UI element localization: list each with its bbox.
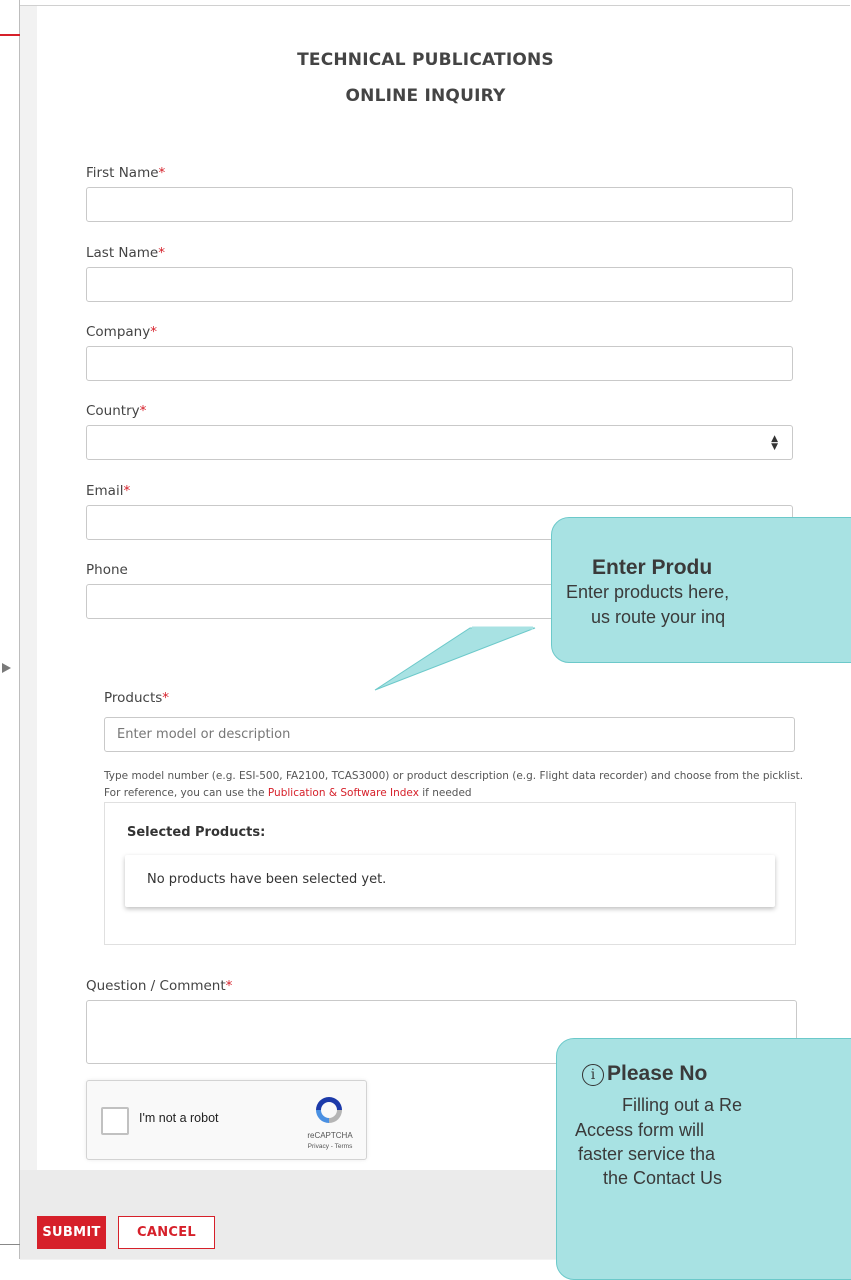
cancel-button[interactable]: CANCEL	[118, 1216, 215, 1249]
required-mark: *	[123, 483, 131, 499]
products-callout-line1: Enter products here,	[566, 582, 730, 602]
note-callout: Please No i Filling out a Re Access form…	[556, 1038, 851, 1280]
recaptcha-checkbox[interactable]	[101, 1107, 129, 1135]
selected-products-empty-card: No products have been selected yet.	[125, 855, 775, 907]
products-callout-title: Enter Produ	[592, 556, 713, 579]
note-callout-line4: the Contact Us	[603, 1168, 723, 1188]
products-search-input[interactable]	[104, 717, 795, 752]
company-input[interactable]	[86, 346, 793, 381]
bottom-left-line	[0, 1244, 20, 1245]
note-callout-line2: Access form will	[575, 1120, 705, 1140]
products-label: Products*	[104, 690, 170, 706]
recaptcha-widget: I'm not a robot reCAPTCHA Privacy - Term…	[86, 1080, 367, 1160]
recaptcha-logo-icon	[316, 1097, 342, 1123]
required-mark: *	[158, 245, 165, 261]
question-label: Question / Comment*	[86, 978, 233, 994]
country-select[interactable]: ▲ ▼	[86, 425, 793, 460]
note-callout-line1: Filling out a Re	[622, 1095, 743, 1115]
products-callout: Enter Produ Enter products here, us rout…	[551, 517, 851, 663]
note-callout-line3: faster service tha	[578, 1144, 716, 1164]
required-mark: *	[158, 165, 166, 181]
email-label: Email*	[86, 483, 131, 499]
required-mark: *	[150, 324, 157, 340]
left-red-rule	[0, 34, 20, 36]
last-name-label: Last Name*	[86, 245, 165, 261]
required-mark: *	[139, 403, 147, 419]
required-mark: *	[162, 690, 170, 706]
recaptcha-terms[interactable]: Privacy - Terms	[300, 1143, 360, 1150]
publication-index-link[interactable]: Publication & Software Index	[268, 787, 419, 799]
selected-products-title: Selected Products:	[127, 825, 266, 840]
submit-button[interactable]: SUBMIT	[37, 1216, 106, 1249]
first-name-label: First Name*	[86, 165, 166, 181]
info-icon: i	[582, 1064, 604, 1086]
selected-products-box: Selected Products: No products have been…	[104, 802, 796, 945]
form-title-line1: TECHNICAL PUBLICATIONS	[297, 50, 554, 70]
recaptcha-brand: reCAPTCHA	[307, 1131, 353, 1140]
left-arrow-icon	[2, 663, 11, 673]
required-mark: *	[225, 978, 233, 994]
select-arrows-icon: ▲ ▼	[771, 434, 778, 452]
phone-label: Phone	[86, 562, 128, 578]
products-help-text: Type model number (e.g. ESI-500, FA2100,…	[104, 770, 804, 799]
form-title-line2: ONLINE INQUIRY	[345, 86, 506, 106]
country-label: Country*	[86, 403, 147, 419]
recaptcha-label: I'm not a robot	[139, 1111, 219, 1125]
last-name-input[interactable]	[86, 267, 793, 302]
products-callout-line2: us route your inq	[591, 607, 726, 627]
note-callout-title: Please No	[607, 1062, 708, 1085]
company-label: Company*	[86, 324, 157, 340]
selected-products-empty-text: No products have been selected yet.	[147, 872, 387, 887]
first-name-input[interactable]	[86, 187, 793, 222]
